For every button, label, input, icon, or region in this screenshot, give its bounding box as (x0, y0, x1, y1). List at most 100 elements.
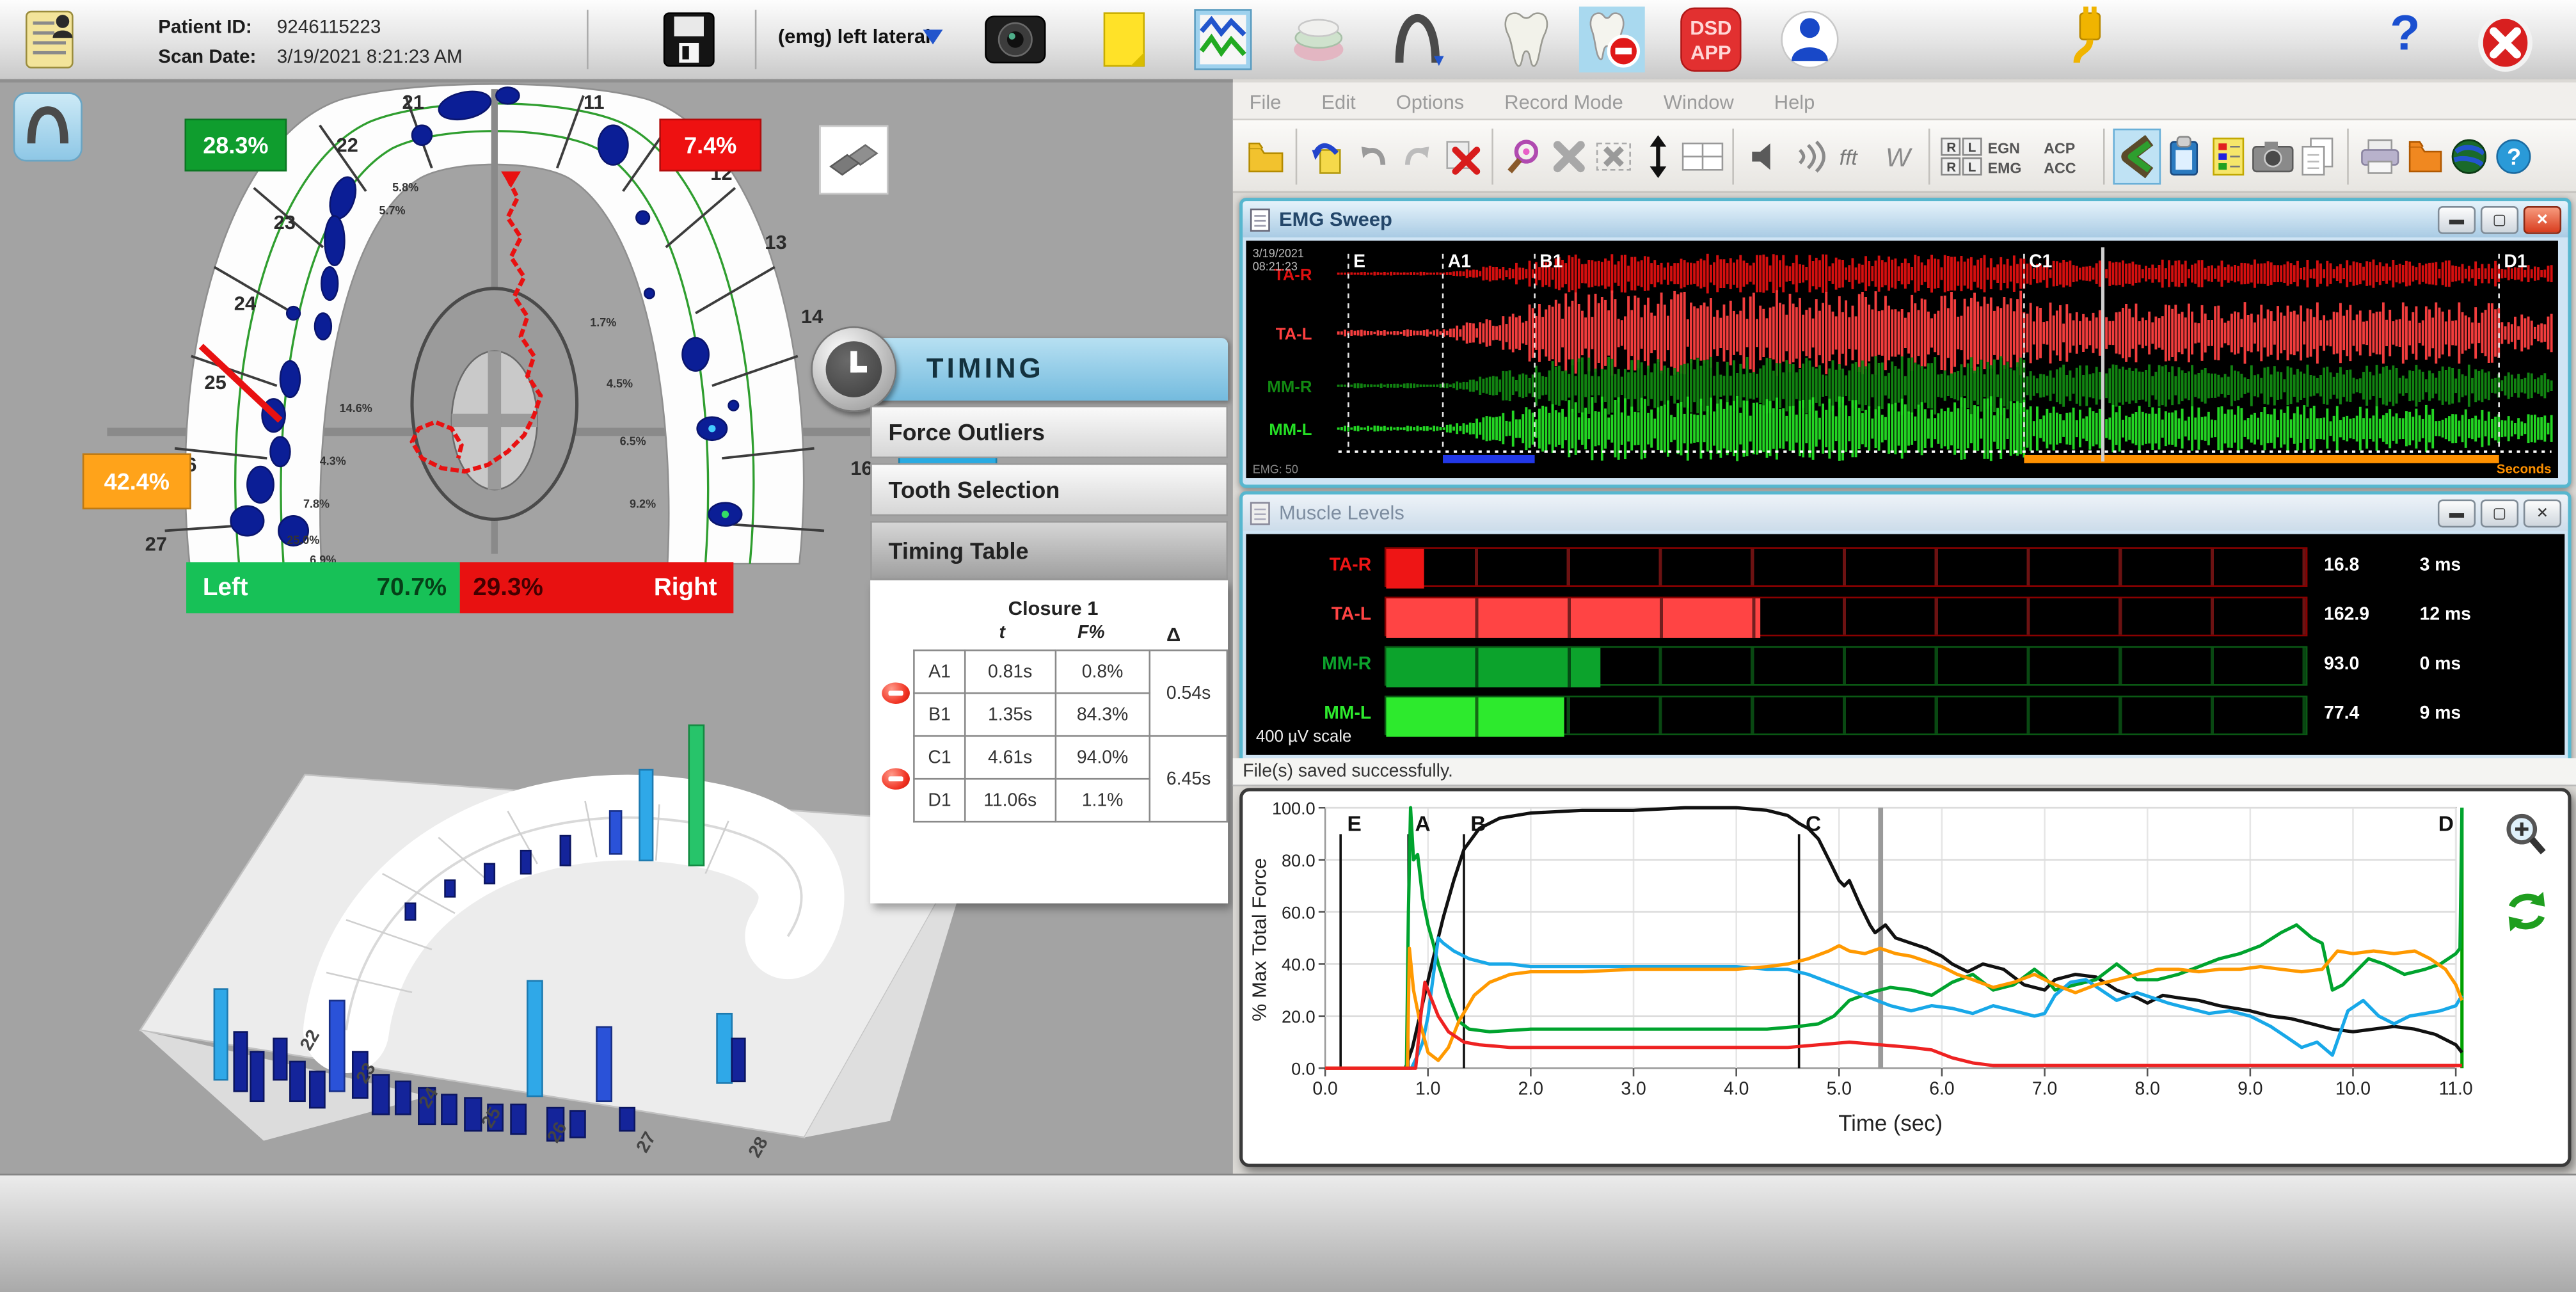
timing-panel-title[interactable]: TIMING (841, 338, 1228, 401)
force-outliers-button[interactable]: Force Outliers (870, 406, 1228, 458)
eraser-button[interactable] (819, 125, 888, 195)
tooth-view-button[interactable] (1493, 6, 1559, 72)
document-icon (1250, 207, 1271, 232)
svg-text:W: W (1885, 142, 1912, 171)
remove-ab-pair-button[interactable] (882, 682, 910, 703)
waveform-chart-icon (1193, 8, 1253, 71)
arch-view-toggle[interactable] (13, 92, 83, 161)
table-layout-button[interactable] (1680, 129, 1724, 182)
svg-text:28: 28 (744, 1133, 772, 1161)
svg-text:fft: fft (1839, 145, 1858, 169)
zoom-tool-button[interactable] (1502, 129, 1546, 182)
svg-text:25: 25 (204, 371, 226, 394)
patient-profile-button[interactable] (1777, 6, 1843, 72)
capture-button[interactable] (2250, 129, 2294, 182)
web-button[interactable] (2446, 129, 2491, 182)
force-time-chart[interactable]: 0.020.040.060.080.0100.00.01.02.03.04.05… (1243, 791, 2561, 1157)
col-f: F% (1045, 623, 1137, 643)
arch-layers-button[interactable] (1285, 6, 1351, 72)
zoom-in-button[interactable] (2502, 811, 2548, 865)
left-force-bar: Left 70.7% (186, 562, 460, 613)
undo-button[interactable] (1350, 129, 1395, 182)
reset-view-button[interactable] (2502, 887, 2551, 945)
svg-text:0.0: 0.0 (1291, 1060, 1316, 1079)
menu-file[interactable]: File (1250, 91, 1282, 114)
menu-record-mode[interactable]: Record Mode (1504, 91, 1623, 114)
svg-text:?: ? (2506, 143, 2520, 169)
close-app-button[interactable] (2472, 10, 2538, 76)
notes-button[interactable] (1091, 6, 1157, 72)
redo-button[interactable] (1394, 129, 1439, 182)
svg-text:APP: APP (1690, 42, 1731, 64)
svg-text:Seconds: Seconds (2497, 461, 2552, 476)
open-folder-button[interactable] (1243, 129, 1287, 182)
svg-text:A: A (1415, 812, 1431, 836)
menu-help[interactable]: Help (1774, 91, 1815, 114)
print-button[interactable] (2357, 129, 2402, 182)
emg-sweep-titlebar[interactable]: EMG Sweep ▬ ▢ ✕ (1243, 201, 2568, 237)
sound-waves-button[interactable] (1786, 129, 1831, 182)
force-3d-view[interactable]: 22 23 24 25 26 27 28 (115, 709, 989, 1162)
patient-id-label: Patient ID: (158, 12, 252, 41)
fft-button[interactable]: fft (1831, 129, 1876, 182)
timing-table-button[interactable]: Timing Table (870, 521, 1228, 580)
remove-cd-pair-button[interactable] (882, 768, 910, 789)
back-navigate-button[interactable] (2113, 128, 2161, 184)
svg-text:D: D (2438, 812, 2454, 836)
emg-menubar: File Edit Options Record Mode Window Hel… (1233, 83, 2576, 120)
tooth-selection-button[interactable]: Tooth Selection (870, 463, 1228, 516)
col-t: t (959, 623, 1045, 643)
arch-curve-button[interactable] (1385, 6, 1451, 72)
copy-pages-button[interactable] (2294, 129, 2339, 182)
clear-x-button[interactable] (1546, 129, 1591, 182)
svg-text:4.5%: 4.5% (607, 377, 633, 390)
emg-help-button[interactable]: ? (2490, 129, 2535, 182)
maximize-button[interactable]: ▢ (2481, 498, 2518, 527)
save-button[interactable] (656, 6, 722, 72)
svg-text:4.0: 4.0 (1724, 1078, 1749, 1099)
rl-channel-button[interactable]: RLRL (1938, 129, 1983, 182)
menu-window[interactable]: Window (1664, 91, 1734, 114)
svg-text:MM-R: MM-R (1267, 378, 1312, 396)
muscle-levels-titlebar[interactable]: Muscle Levels ▬ ▢ ✕ (1243, 495, 2568, 531)
vertical-scale-button[interactable] (1635, 129, 1680, 182)
svg-text:14: 14 (801, 305, 823, 328)
snapshot-button[interactable] (982, 6, 1048, 72)
color-legend-button[interactable] (2206, 129, 2250, 182)
menu-edit[interactable]: Edit (1321, 91, 1355, 114)
svg-text:21: 21 (402, 91, 424, 113)
clipboard-button[interactable] (2161, 129, 2206, 182)
patient-icon (1779, 6, 1841, 72)
clock-icon (811, 326, 896, 412)
egn-emg-button[interactable]: EGNEMG (1983, 129, 2039, 182)
emg-sweep-chart[interactable]: TA-RTA-LMM-RMM-LEA1B1C1D13/19/202108:21:… (1246, 241, 2557, 478)
close-window-button[interactable]: ✕ (2524, 205, 2561, 234)
magnifier-plus-icon (2502, 811, 2548, 857)
speaker-button[interactable] (1742, 129, 1787, 182)
tooth-exclude-button[interactable] (1579, 6, 1645, 72)
acp-acc-button[interactable]: ACPACC (2039, 129, 2095, 182)
clear-selection-button[interactable] (1591, 129, 1635, 182)
menu-options[interactable]: Options (1396, 91, 1465, 114)
import-button[interactable] (1305, 129, 1350, 182)
svg-text:11.0: 11.0 (2439, 1078, 2473, 1099)
waveform-view-button[interactable] (1190, 6, 1256, 72)
maximize-button[interactable]: ▢ (2481, 205, 2518, 234)
muscle-levels-chart: TA-R16.83 ms TA-L162.912 ms MM-R93.00 ms… (1246, 534, 2564, 755)
arch-curve-icon (1390, 10, 1446, 69)
svg-text:TA-L: TA-L (1276, 326, 1312, 344)
delete-record-button[interactable] (1439, 129, 1484, 182)
window-function-button[interactable]: W (1875, 129, 1920, 182)
svg-text:B1: B1 (1539, 251, 1562, 271)
svg-text:EGN: EGN (1988, 139, 2020, 156)
svg-text:1.7%: 1.7% (590, 316, 616, 329)
close-window-button[interactable]: ✕ (2524, 498, 2561, 527)
quadrant-badge-upper-right: 7.4% (659, 118, 761, 171)
help-button[interactable]: ? (2390, 6, 2420, 63)
hardware-connect-button[interactable] (2057, 6, 2123, 72)
minimize-button[interactable]: ▬ (2438, 498, 2476, 527)
minimize-button[interactable]: ▬ (2438, 205, 2476, 234)
dsd-app-button[interactable]: DSD APP (1678, 6, 1744, 72)
report-folder-button[interactable] (2401, 129, 2446, 182)
patient-record-icon[interactable] (17, 6, 83, 72)
